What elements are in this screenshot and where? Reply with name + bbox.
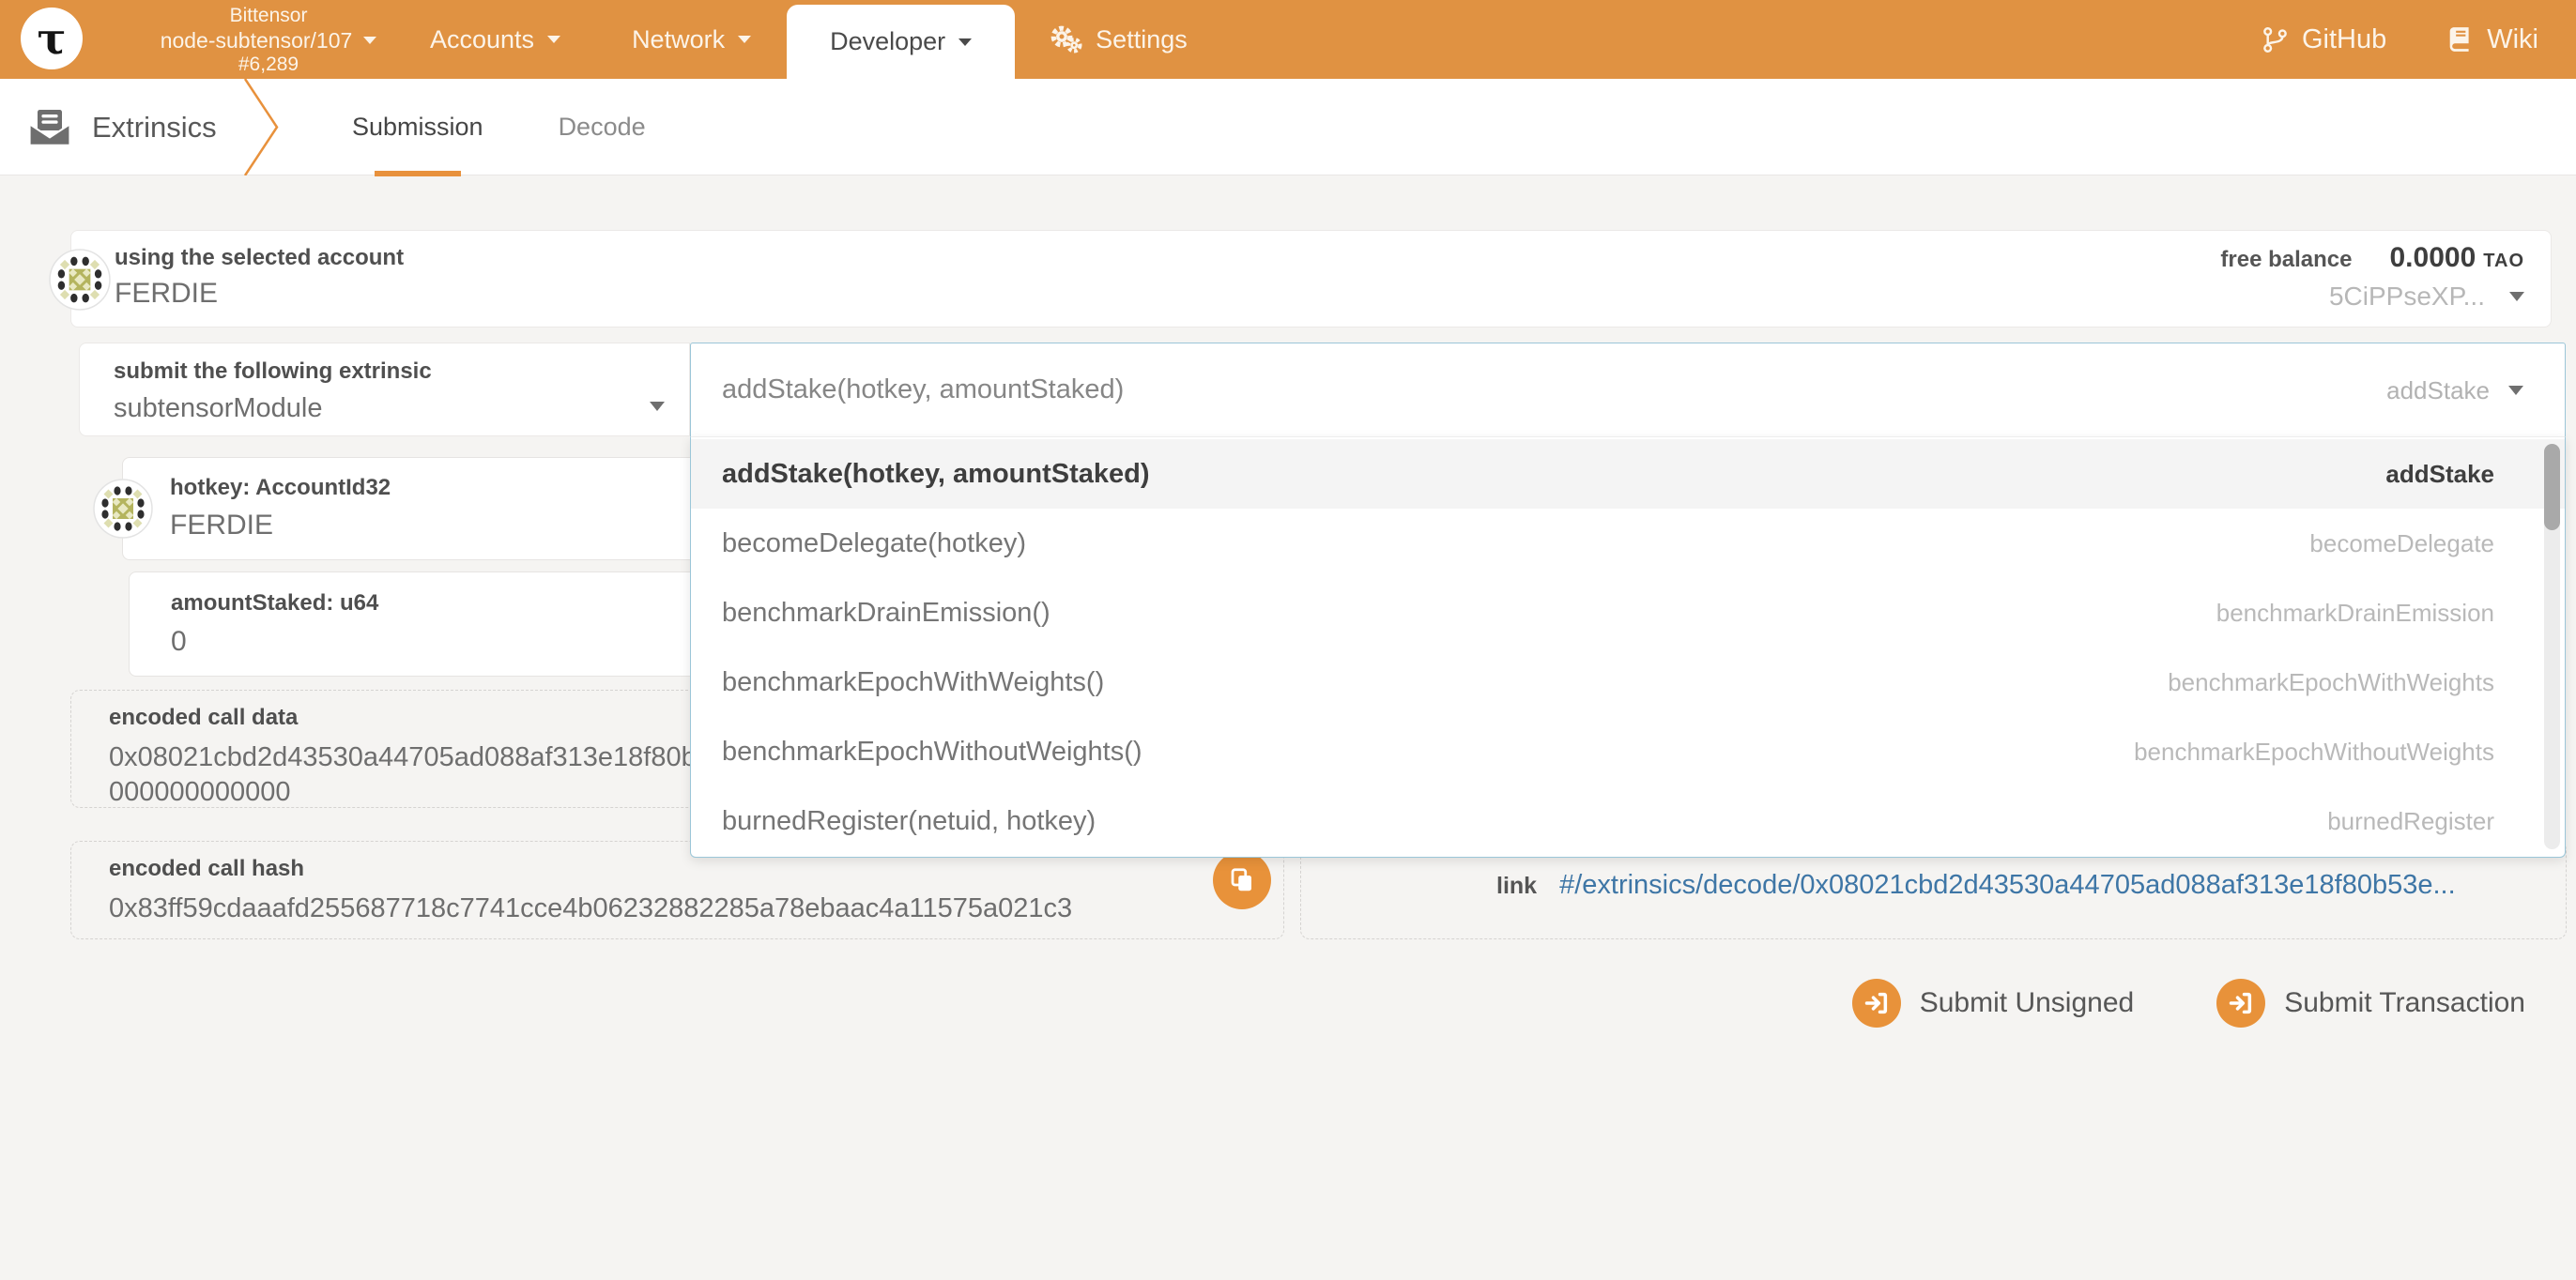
nav-developer[interactable]: Developer xyxy=(787,5,1015,79)
github-link[interactable]: GitHub xyxy=(2262,24,2386,55)
chevron-down-icon xyxy=(738,36,751,43)
copy-icon xyxy=(1228,866,1256,894)
chevron-down-icon xyxy=(958,38,972,46)
scrollbar-thumb[interactable] xyxy=(2544,444,2560,530)
account-name: FERDIE xyxy=(115,278,218,310)
main-navigation: Accounts Network Developer Settings xyxy=(394,0,1223,79)
free-balance-label: free balance xyxy=(2220,247,2352,273)
account-selector-label: using the selected account xyxy=(115,245,404,271)
method-option-becomedelegate[interactable]: becomeDelegate(hotkey) becomeDelegate xyxy=(691,509,2565,578)
page-tabs: Submission Decode xyxy=(314,79,683,175)
chevron-down-icon xyxy=(547,36,560,43)
free-balance-value: 0.0000 xyxy=(2390,242,2476,273)
method-signature: addStake(hotkey, amountStaked) xyxy=(722,459,1150,490)
book-icon xyxy=(2448,26,2473,53)
nav-accounts[interactable]: Accounts xyxy=(394,0,596,79)
extrinsic-section-select[interactable]: submit the following extrinsic subtensor… xyxy=(79,343,690,436)
extrinsics-envelope-icon xyxy=(28,109,71,146)
chain-selector[interactable]: Bittensor node-subtensor/107 #6,289 xyxy=(111,5,426,77)
method-name: benchmarkEpochWithoutWeights xyxy=(2134,738,2494,767)
section-title: Extrinsics xyxy=(28,79,217,175)
method-option-benchmarkdrainemission[interactable]: benchmarkDrainEmission() benchmarkDrainE… xyxy=(691,578,2565,648)
account-address: 5CiPPseXP... xyxy=(2329,282,2485,312)
git-branch-icon xyxy=(2262,26,2288,53)
top-header: τ Bittensor node-subtensor/107 #6,289 Ac… xyxy=(0,0,2576,79)
block-number: #6,289 xyxy=(111,53,426,77)
method-signature: becomeDelegate(hotkey) xyxy=(722,528,1026,559)
method-option-benchmarkepochwithoutweights[interactable]: benchmarkEpochWithoutWeights() benchmark… xyxy=(691,717,2565,786)
method-options-menu: addStake(hotkey, amountStaked) addStake … xyxy=(690,436,2566,858)
chevron-down-icon xyxy=(2509,292,2524,301)
extrinsic-section-value: subtensorModule xyxy=(114,393,322,424)
encoded-call-hash-value: 0x83ff59cdaaafd255687718c7741cce4b062328… xyxy=(109,891,1283,926)
method-signature: benchmarkEpochWithWeights() xyxy=(722,667,1104,698)
method-signature: benchmarkDrainEmission() xyxy=(722,598,1050,629)
decode-link[interactable]: #/extrinsics/decode/0x08021cbd2d43530a44… xyxy=(1559,870,2456,901)
nav-settings[interactable]: Settings xyxy=(1015,0,1223,79)
hotkey-param-label: hotkey: AccountId32 xyxy=(170,475,391,501)
tab-decode[interactable]: Decode xyxy=(521,79,683,175)
method-name: burnedRegister xyxy=(2327,807,2494,836)
dropdown-scrollbar[interactable] xyxy=(2544,444,2560,849)
submit-actions: Submit Unsigned Submit Transaction xyxy=(1852,979,2525,1028)
method-select-dropdown: addStake(hotkey, amountStaked) addStake … xyxy=(690,343,2566,858)
breadcrumb-chevron xyxy=(242,79,284,175)
method-name: benchmarkDrainEmission xyxy=(2216,599,2494,628)
nav-network[interactable]: Network xyxy=(596,0,787,79)
chevron-down-icon xyxy=(2508,386,2523,395)
method-display-text: addStake(hotkey, amountStaked) xyxy=(722,374,1124,405)
bittensor-logo: τ xyxy=(21,8,83,69)
method-name: addStake xyxy=(2385,460,2494,489)
tab-bar: Extrinsics Submission Decode xyxy=(0,79,2576,175)
method-selected-name: addStake xyxy=(2386,376,2490,405)
node-name: node-subtensor/107 xyxy=(161,28,353,53)
method-signature: burnedRegister(netuid, hotkey) xyxy=(722,806,1096,837)
submit-unsigned-button[interactable]: Submit Unsigned xyxy=(1852,979,2134,1028)
method-name: becomeDelegate xyxy=(2309,529,2494,558)
hotkey-identicon[interactable] xyxy=(93,479,153,539)
account-address-dropdown[interactable]: 5CiPPseXP... xyxy=(2329,282,2524,312)
account-identicon[interactable] xyxy=(49,249,111,311)
main-content: using the selected account FERDIE free b… xyxy=(0,175,2576,1280)
hotkey-param-value: FERDIE xyxy=(170,510,273,541)
method-option-burnedregister[interactable]: burnedRegister(netuid, hotkey) burnedReg… xyxy=(691,786,2565,856)
copy-call-hash-button[interactable] xyxy=(1213,851,1271,909)
chain-name: Bittensor xyxy=(111,5,426,28)
account-selector-card[interactable]: using the selected account FERDIE free b… xyxy=(70,230,2552,328)
method-signature: benchmarkEpochWithoutWeights() xyxy=(722,737,1142,768)
sign-in-icon xyxy=(2216,979,2265,1028)
link-label: link xyxy=(1496,873,1537,900)
settings-gears-icon xyxy=(1050,25,1082,53)
chevron-down-icon xyxy=(363,37,376,44)
encoded-call-hash-label: encoded call hash xyxy=(109,856,1283,882)
sign-in-icon xyxy=(1852,979,1901,1028)
method-option-addstake[interactable]: addStake(hotkey, amountStaked) addStake xyxy=(691,439,2565,509)
amount-staked-value: 0 xyxy=(171,626,187,658)
section-title-label: Extrinsics xyxy=(92,111,217,145)
logo-tau-glyph: τ xyxy=(38,13,67,64)
amount-staked-label: amountStaked: u64 xyxy=(171,590,378,617)
method-name: benchmarkEpochWithWeights xyxy=(2168,668,2494,697)
method-option-benchmarkepochwithweights[interactable]: benchmarkEpochWithWeights() benchmarkEpo… xyxy=(691,648,2565,717)
tab-submission[interactable]: Submission xyxy=(314,79,521,175)
chevron-down-icon xyxy=(650,402,665,411)
balance-unit: TAO xyxy=(2483,251,2524,271)
method-search-input[interactable]: addStake(hotkey, amountStaked) addStake xyxy=(690,343,2566,436)
extrinsic-section-label: submit the following extrinsic xyxy=(114,358,432,385)
wiki-link[interactable]: Wiki xyxy=(2448,24,2538,55)
submit-transaction-button[interactable]: Submit Transaction xyxy=(2216,979,2525,1028)
